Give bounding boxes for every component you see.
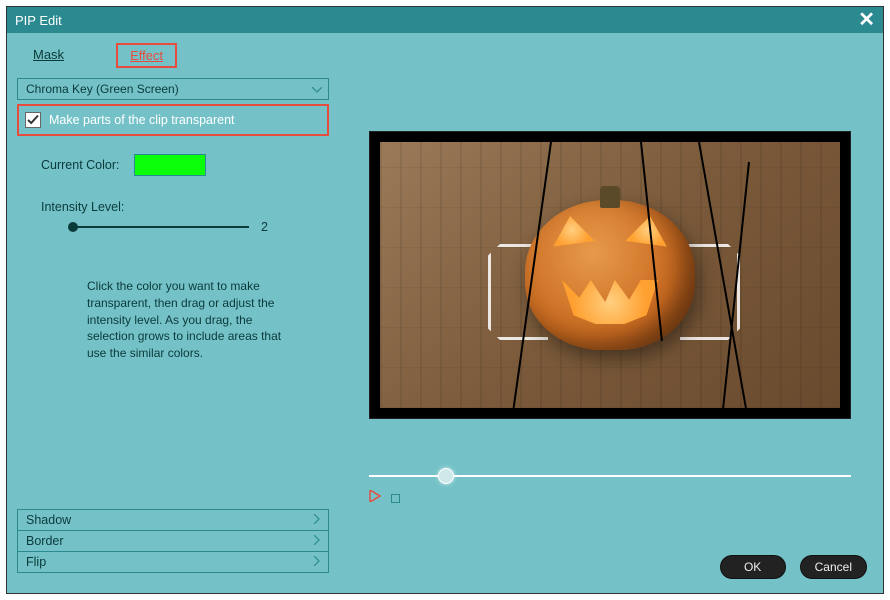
pumpkin-graphic <box>525 200 695 350</box>
dropdown-selected: Chroma Key (Green Screen) <box>26 82 179 96</box>
pip-edit-window: PIP Edit ✕ Mask Effect Chroma Key (Green… <box>6 6 884 594</box>
timeline-slider[interactable] <box>369 475 851 477</box>
tabs: Mask Effect <box>17 43 329 68</box>
footer-buttons: OK Cancel <box>720 555 867 579</box>
accordion-border[interactable]: Border <box>17 530 329 552</box>
close-icon[interactable]: ✕ <box>858 10 875 30</box>
accordion-shadow[interactable]: Shadow <box>17 509 329 531</box>
transparency-checkbox[interactable] <box>25 112 41 128</box>
stop-icon[interactable] <box>391 494 400 503</box>
playback-controls <box>369 489 871 507</box>
accordion-border-label: Border <box>26 534 64 548</box>
right-panel: OK Cancel <box>339 33 883 593</box>
intensity-label: Intensity Level: <box>41 200 329 214</box>
preview-box[interactable] <box>369 131 851 419</box>
intensity-block: Intensity Level: 2 <box>17 200 329 234</box>
tab-mask[interactable]: Mask <box>31 43 66 68</box>
timeline-slider-container <box>369 475 851 477</box>
preview-image <box>380 142 840 408</box>
intensity-slider-row: 2 <box>41 220 329 234</box>
accordion-shadow-label: Shadow <box>26 513 71 527</box>
pumpkin-mouth <box>562 280 658 324</box>
current-color-swatch[interactable] <box>134 154 206 176</box>
accordion-flip-label: Flip <box>26 555 46 569</box>
accordion-group: Shadow Border Flip <box>17 509 329 573</box>
content-area: Mask Effect Chroma Key (Green Screen) Ma… <box>7 33 883 593</box>
accordion-flip[interactable]: Flip <box>17 551 329 573</box>
pumpkin-stem <box>600 186 620 208</box>
effect-dropdown[interactable]: Chroma Key (Green Screen) <box>17 78 329 100</box>
chevron-right-icon <box>314 513 320 527</box>
intensity-value: 2 <box>261 220 273 234</box>
window-title: PIP Edit <box>15 13 62 28</box>
intensity-slider[interactable] <box>69 226 249 228</box>
intensity-slider-thumb[interactable] <box>68 222 78 232</box>
titlebar: PIP Edit ✕ <box>7 7 883 33</box>
help-text: Click the color you want to make transpa… <box>17 278 329 362</box>
timeline-slider-thumb[interactable] <box>438 468 454 484</box>
current-color-label: Current Color: <box>41 158 120 172</box>
left-panel: Mask Effect Chroma Key (Green Screen) Ma… <box>7 33 339 593</box>
play-icon[interactable] <box>369 489 381 507</box>
cancel-button[interactable]: Cancel <box>800 555 867 579</box>
current-color-row: Current Color: <box>17 154 329 176</box>
transparency-checkbox-label: Make parts of the clip transparent <box>49 113 235 127</box>
transparency-checkbox-row: Make parts of the clip transparent <box>17 104 329 136</box>
chevron-right-icon <box>314 555 320 569</box>
ok-button[interactable]: OK <box>720 555 786 579</box>
tab-effect[interactable]: Effect <box>116 43 177 68</box>
chevron-down-icon <box>312 82 322 96</box>
chevron-right-icon <box>314 534 320 548</box>
